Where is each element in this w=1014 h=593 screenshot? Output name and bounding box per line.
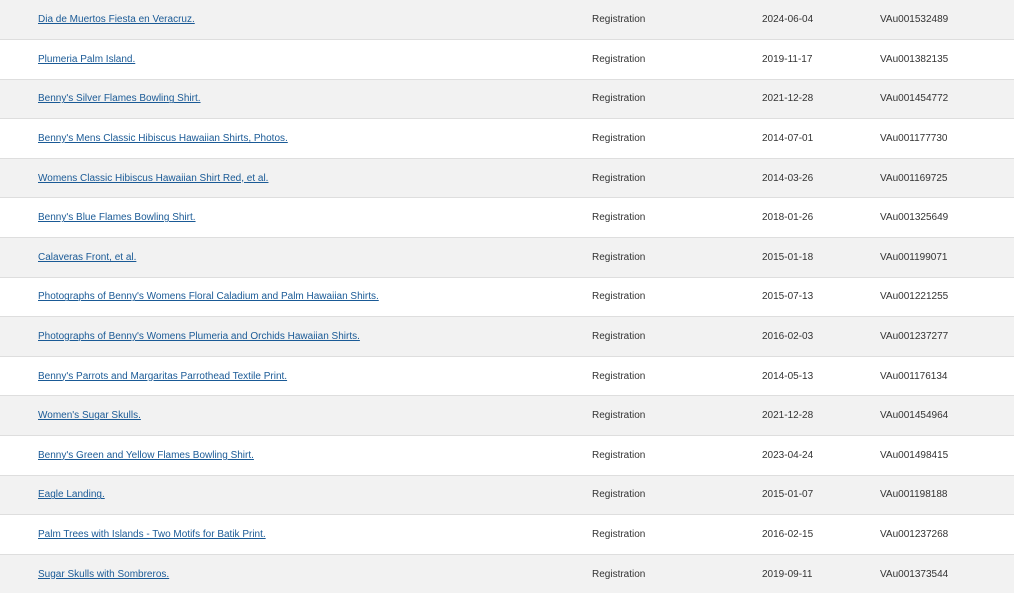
type-cell: Registration [592, 158, 762, 199]
title-cell: Women's Sugar Skulls. [0, 395, 592, 437]
date-cell: 2016-02-03 [762, 316, 880, 357]
title-cell: Palm Trees with Islands - Two Motifs for… [0, 514, 592, 555]
table-row: Eagle Landing. Registration 2015-01-07 V… [0, 475, 1014, 516]
registration-number-cell: VAu001176134 [880, 356, 1014, 397]
table-row: Sugar Skulls with Sombreros. Registratio… [0, 554, 1014, 593]
record-title-link[interactable]: Benny's Blue Flames Bowling Shirt. [38, 212, 196, 223]
record-title-link[interactable]: Benny's Mens Classic Hibiscus Hawaiian S… [38, 133, 288, 144]
table-row: Womens Classic Hibiscus Hawaiian Shirt R… [0, 158, 1014, 199]
title-cell: Benny's Green and Yellow Flames Bowling … [0, 435, 592, 476]
results-body: Dia de Muertos Fiesta en Veracruz. Regis… [0, 0, 1014, 593]
registration-number-cell: VAu001454964 [880, 395, 1014, 437]
table-row: Benny's Mens Classic Hibiscus Hawaiian S… [0, 118, 1014, 159]
type-cell: Registration [592, 0, 762, 41]
table-row: Benny's Parrots and Margaritas Parrothea… [0, 356, 1014, 397]
record-title-link[interactable]: Photographs of Benny's Womens Plumeria a… [38, 331, 360, 342]
date-cell: 2024-06-04 [762, 0, 880, 41]
title-cell: Womens Classic Hibiscus Hawaiian Shirt R… [0, 158, 592, 199]
title-cell: Benny's Silver Flames Bowling Shirt. [0, 79, 592, 120]
date-cell: 2016-02-15 [762, 514, 880, 555]
type-cell: Registration [592, 197, 762, 239]
registration-number-cell: VAu001498415 [880, 435, 1014, 476]
date-cell: 2015-07-13 [762, 277, 880, 318]
type-cell: Registration [592, 356, 762, 397]
table-row: Plumeria Palm Island. Registration 2019-… [0, 39, 1014, 80]
table-row: Photographs of Benny's Womens Plumeria a… [0, 316, 1014, 357]
date-cell: 2014-03-26 [762, 158, 880, 199]
type-cell: Registration [592, 237, 762, 278]
table-row: Photographs of Benny's Womens Floral Cal… [0, 277, 1014, 318]
table-row: Women's Sugar Skulls. Registration 2021-… [0, 395, 1014, 437]
title-cell: Sugar Skulls with Sombreros. [0, 554, 592, 593]
registration-number-cell: VAu001325649 [880, 197, 1014, 239]
type-cell: Registration [592, 316, 762, 357]
date-cell: 2021-12-28 [762, 395, 880, 437]
table-row: Dia de Muertos Fiesta en Veracruz. Regis… [0, 0, 1014, 41]
record-title-link[interactable]: Sugar Skulls with Sombreros. [38, 569, 169, 580]
type-cell: Registration [592, 395, 762, 437]
date-cell: 2014-07-01 [762, 118, 880, 159]
title-cell: Benny's Blue Flames Bowling Shirt. [0, 197, 592, 239]
title-cell: Benny's Parrots and Margaritas Parrothea… [0, 356, 592, 397]
registration-number-cell: VAu001199071 [880, 237, 1014, 278]
date-cell: 2023-04-24 [762, 435, 880, 476]
type-cell: Registration [592, 79, 762, 120]
record-title-link[interactable]: Benny's Silver Flames Bowling Shirt. [38, 93, 201, 104]
registration-number-cell: VAu001221255 [880, 277, 1014, 318]
record-title-link[interactable]: Palm Trees with Islands - Two Motifs for… [38, 529, 266, 540]
title-cell: Plumeria Palm Island. [0, 39, 592, 80]
table-row: Calaveras Front, et al. Registration 201… [0, 237, 1014, 278]
record-title-link[interactable]: Dia de Muertos Fiesta en Veracruz. [38, 14, 195, 25]
registration-number-cell: VAu001532489 [880, 0, 1014, 41]
results-table: Dia de Muertos Fiesta en Veracruz. Regis… [0, 0, 1014, 593]
registration-number-cell: VAu001382135 [880, 39, 1014, 80]
record-title-link[interactable]: Benny's Parrots and Margaritas Parrothea… [38, 371, 287, 382]
title-cell: Calaveras Front, et al. [0, 237, 592, 278]
type-cell: Registration [592, 39, 762, 80]
registration-number-cell: VAu001198188 [880, 475, 1014, 516]
table-row: Benny's Green and Yellow Flames Bowling … [0, 435, 1014, 476]
title-cell: Benny's Mens Classic Hibiscus Hawaiian S… [0, 118, 592, 159]
date-cell: 2018-01-26 [762, 197, 880, 239]
record-title-link[interactable]: Plumeria Palm Island. [38, 54, 135, 65]
record-title-link[interactable]: Calaveras Front, et al. [38, 252, 136, 263]
registration-number-cell: VAu001177730 [880, 118, 1014, 159]
record-title-link[interactable]: Eagle Landing. [38, 489, 105, 500]
registration-number-cell: VAu001373544 [880, 554, 1014, 593]
registration-number-cell: VAu001237277 [880, 316, 1014, 357]
date-cell: 2014-05-13 [762, 356, 880, 397]
registration-number-cell: VAu001237268 [880, 514, 1014, 555]
record-title-link[interactable]: Benny's Green and Yellow Flames Bowling … [38, 450, 254, 461]
date-cell: 2019-11-17 [762, 39, 880, 80]
type-cell: Registration [592, 435, 762, 476]
record-title-link[interactable]: Womens Classic Hibiscus Hawaiian Shirt R… [38, 173, 268, 184]
date-cell: 2021-12-28 [762, 79, 880, 120]
type-cell: Registration [592, 554, 762, 593]
registration-number-cell: VAu001169725 [880, 158, 1014, 199]
table-row: Benny's Blue Flames Bowling Shirt. Regis… [0, 197, 1014, 239]
type-cell: Registration [592, 118, 762, 159]
record-title-link[interactable]: Women's Sugar Skulls. [38, 410, 141, 421]
type-cell: Registration [592, 514, 762, 555]
title-cell: Eagle Landing. [0, 475, 592, 516]
type-cell: Registration [592, 475, 762, 516]
date-cell: 2019-09-11 [762, 554, 880, 593]
type-cell: Registration [592, 277, 762, 318]
table-row: Palm Trees with Islands - Two Motifs for… [0, 514, 1014, 555]
title-cell: Dia de Muertos Fiesta en Veracruz. [0, 0, 592, 41]
date-cell: 2015-01-18 [762, 237, 880, 278]
table-row: Benny's Silver Flames Bowling Shirt. Reg… [0, 79, 1014, 120]
title-cell: Photographs of Benny's Womens Floral Cal… [0, 277, 592, 318]
date-cell: 2015-01-07 [762, 475, 880, 516]
registration-number-cell: VAu001454772 [880, 79, 1014, 120]
title-cell: Photographs of Benny's Womens Plumeria a… [0, 316, 592, 357]
record-title-link[interactable]: Photographs of Benny's Womens Floral Cal… [38, 291, 379, 302]
